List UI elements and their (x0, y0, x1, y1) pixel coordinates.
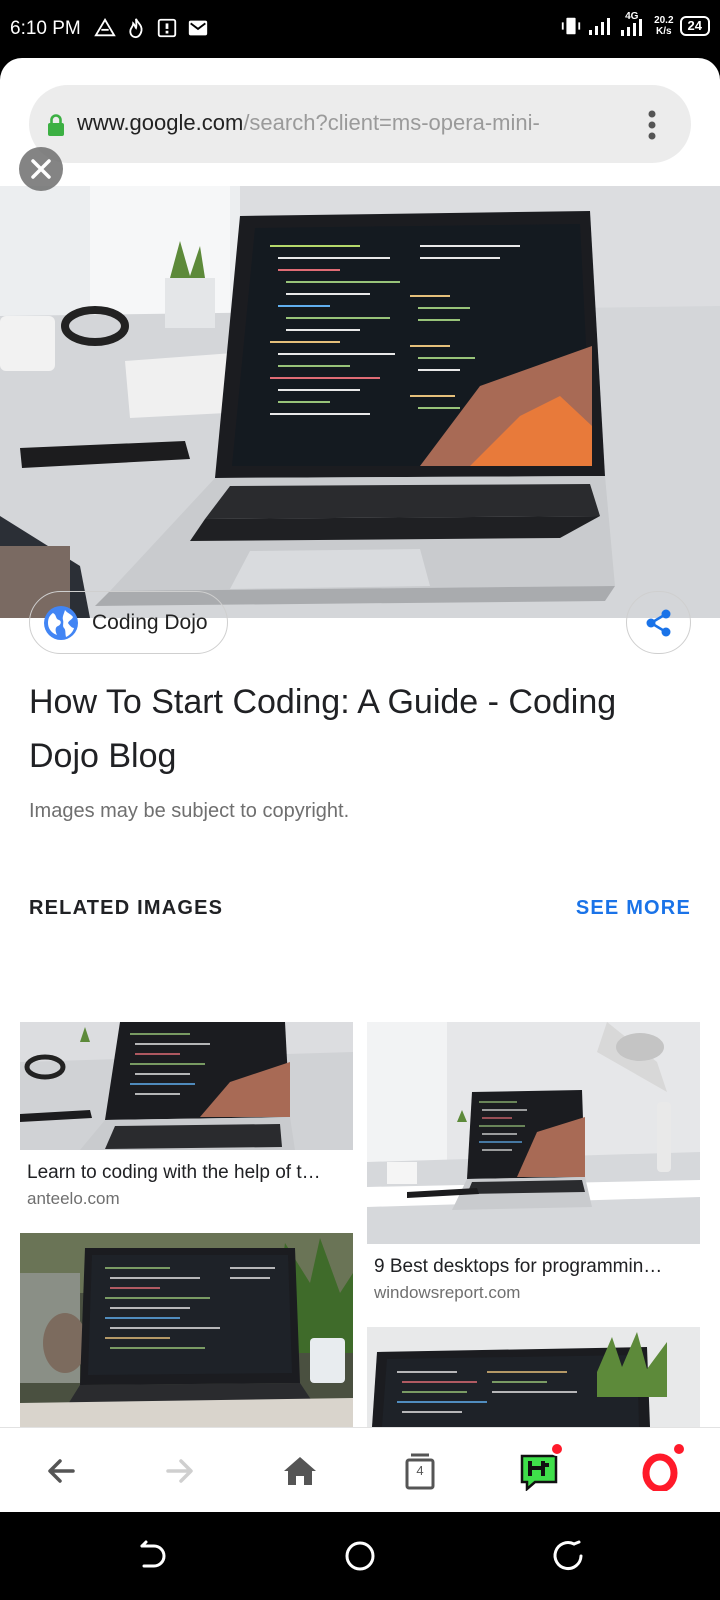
copyright-note: Images may be subject to copyright. (29, 800, 350, 822)
related-image-1-title[interactable]: Learn to coding with the help of t… (27, 1162, 347, 1184)
system-recents-icon (553, 1540, 583, 1571)
related-image-1-site: anteelo.com (27, 1189, 120, 1208)
forward-button[interactable] (155, 1446, 205, 1496)
system-navigation-bar (0, 1512, 720, 1600)
home-icon (284, 1457, 316, 1485)
globe-icon (44, 605, 78, 640)
back-button[interactable] (36, 1446, 86, 1496)
hype-notification-dot (550, 1442, 564, 1456)
tab-count: 4 (416, 1463, 424, 1478)
mail-icon (188, 20, 208, 36)
share-icon (646, 609, 670, 636)
address-bar[interactable]: www.google.com/search?client=ms-opera-mi… (29, 85, 691, 163)
url-text[interactable]: www.google.com/search?client=ms-opera-mi… (77, 110, 637, 136)
home-button[interactable] (275, 1446, 325, 1496)
preview-image[interactable] (0, 186, 720, 618)
share-button[interactable] (626, 591, 691, 654)
bottom-toolbar: 4 (0, 1427, 720, 1512)
hype-icon (520, 1454, 558, 1491)
speed-unit: K/s (656, 26, 672, 37)
source-name: Coding Dojo (92, 610, 208, 634)
speed-value: 20.2 (654, 15, 674, 26)
back-icon (48, 1459, 75, 1483)
related-image-4[interactable] (367, 1327, 700, 1427)
related-image-1[interactable] (20, 1022, 353, 1150)
related-images-heading: RELATED IMAGES (29, 897, 224, 919)
status-bar: 6:10 PM 4G 20.2 K/s 24 (0, 0, 720, 58)
more-options-icon[interactable] (647, 109, 657, 141)
network-speed: 20.2 K/s (654, 15, 673, 37)
fire-icon (129, 18, 143, 39)
drive-icon (94, 17, 116, 37)
notification-icons (94, 17, 209, 39)
signal-icon (589, 18, 611, 35)
see-more-link[interactable]: SEE MORE (576, 897, 691, 920)
battery-indicator: 24 (679, 16, 710, 36)
system-home-icon (345, 1541, 375, 1571)
system-home-button[interactable] (340, 1536, 380, 1576)
tabs-button[interactable]: 4 (395, 1446, 445, 1496)
related-image-2-title[interactable]: 9 Best desktops for programmin… (374, 1256, 694, 1278)
related-image-3[interactable] (20, 1233, 353, 1427)
vibrate-icon (561, 17, 581, 35)
system-back-button[interactable] (132, 1536, 172, 1576)
system-recents-button[interactable] (548, 1536, 588, 1576)
url-path: /search?client=ms-opera-mini- (243, 110, 540, 135)
forward-icon (166, 1459, 193, 1483)
signal-4g-icon: 4G (620, 11, 648, 38)
image-title[interactable]: How To Start Coding: A Guide - Coding Do… (29, 675, 679, 783)
related-image-2-site: windowsreport.com (374, 1283, 521, 1302)
system-back-icon (140, 1540, 166, 1568)
source-chip[interactable]: Coding Dojo (29, 591, 228, 654)
system-indicators: 4G 20.2 K/s 24 (560, 11, 710, 38)
close-icon (31, 159, 51, 179)
hype-button[interactable] (514, 1442, 564, 1496)
related-image-2[interactable] (367, 1022, 700, 1244)
opera-icon (642, 1453, 678, 1491)
lock-icon (48, 114, 64, 136)
save-icon (157, 18, 177, 38)
status-time: 6:10 PM (10, 18, 81, 39)
opera-menu-button[interactable] (636, 1442, 686, 1496)
opera-notification-dot (672, 1442, 686, 1456)
close-preview-button[interactable] (19, 147, 63, 191)
url-domain: www.google.com (77, 110, 244, 135)
